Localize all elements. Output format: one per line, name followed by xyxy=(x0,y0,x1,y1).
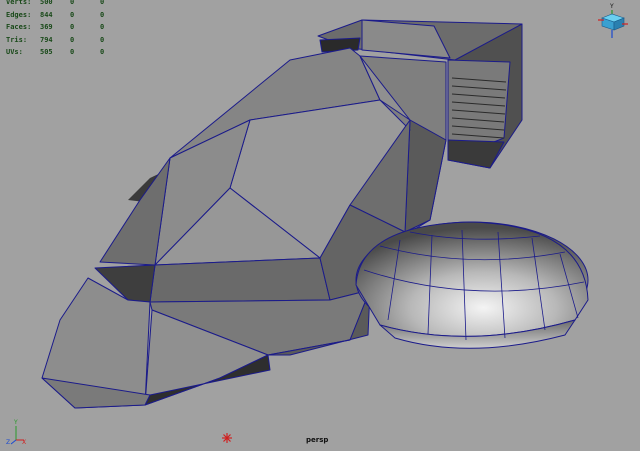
spaceship-model[interactable] xyxy=(0,0,640,451)
axis-y-label: Y xyxy=(13,419,18,426)
hud-row-edges: Edges: 844 0 0 xyxy=(6,10,105,19)
poly-count-hud: Verts: 500 0 0 Edges: 844 0 0 Faces: 369… xyxy=(6,0,130,59)
camera-name-label: persp xyxy=(306,436,329,444)
perspective-viewport[interactable]: Verts: 500 0 0 Edges: 844 0 0 Faces: 369… xyxy=(0,0,640,451)
view-cube-icon[interactable]: Y xyxy=(596,2,630,40)
wireframe-mesh xyxy=(41,19,589,409)
hud-row-uvs: UVs: 505 0 0 xyxy=(6,48,105,56)
axis-x-label: X xyxy=(22,439,26,446)
pivot-marker-icon xyxy=(222,433,232,443)
axis-gizmo-icon: Y Z X xyxy=(6,419,26,446)
hud-row-faces: Faces: 369 0 0 xyxy=(6,23,105,31)
view-cube-y-label: Y xyxy=(609,3,614,10)
hud-row-tris: Tris: 794 0 0 xyxy=(6,35,105,44)
hud-row-verts: Verts: 500 0 0 xyxy=(6,0,105,6)
axis-z-label: Z xyxy=(6,439,10,446)
